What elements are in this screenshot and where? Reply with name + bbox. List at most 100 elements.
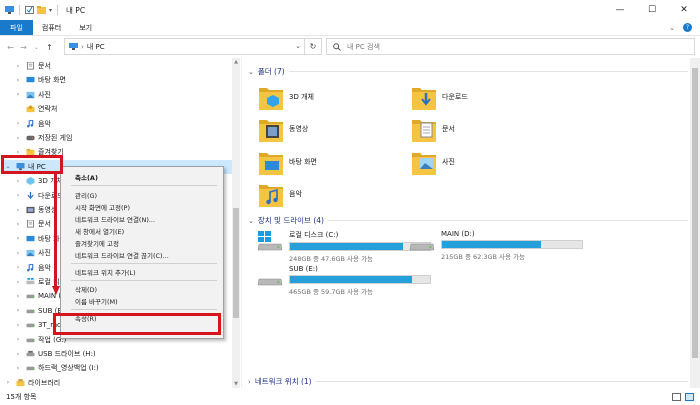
chevron-right-icon[interactable]: › [14,293,22,300]
context-menu-item[interactable]: 관리(G) [61,188,223,201]
tree-item-label: 연락처 [38,105,58,114]
context-menu-item[interactable]: 새 창에서 열기(E) [61,224,223,237]
tree-item[interactable]: › 저장된 게임 [14,131,73,145]
minimize-button[interactable]: — [604,0,636,20]
chevron-down-icon[interactable]: ⌄ [248,68,254,76]
chevron-right-icon[interactable]: › [14,365,22,372]
context-menu-item[interactable]: 축소(A) [61,170,223,183]
tab-file[interactable]: 파일 [0,20,33,35]
chevron-right-icon[interactable]: › [14,207,22,214]
annotation-arrow-line [54,174,57,286]
chevron-right-icon[interactable]: › [14,221,22,228]
chevron-right-icon[interactable]: › [14,351,22,358]
drive-item[interactable]: SUB (E:) 465GB 중 59.7GB 사용 가능 [257,265,431,296]
folder-item[interactable]: 3D 개체 [259,82,314,112]
drive-name: SUB (E:) [289,265,318,273]
chevron-right-icon[interactable]: › [14,91,22,98]
chevron-right-icon[interactable]: › [14,120,22,127]
refresh-button[interactable]: ↻ [305,38,322,55]
context-menu-item[interactable]: 네트워크 드라이브 연결 끊기(C)... [61,249,223,262]
search-box[interactable]: 내 PC 검색 [326,38,695,55]
context-menu-item[interactable]: 시작 화면에 고정(P) [61,200,223,213]
tab-computer[interactable]: 컴퓨터 [33,20,70,35]
3d-objects-folder-icon [259,88,283,110]
folder-item[interactable]: 바탕 화면 [259,147,317,177]
chevron-right-icon[interactable]: › [14,77,22,84]
chevron-right-icon[interactable]: › [14,192,22,199]
library-icon [16,378,25,386]
tree-item[interactable]: › 바탕 화면 [14,73,66,87]
folders-section-header[interactable]: ⌄ 폴더 (7) [248,66,688,77]
chevron-right-icon[interactable]: › [14,235,22,242]
tree-item[interactable]: › 라이브러리 [4,376,60,388]
videos-folder-icon [259,120,283,142]
chevron-right-icon[interactable]: › [248,378,251,386]
tree-item[interactable]: › 하드랙_영상백업 (I:) [14,361,99,375]
scroll-down-icon[interactable]: ▼ [232,381,240,387]
close-button[interactable]: ✕ [668,0,700,20]
new-folder-icon[interactable] [37,6,46,14]
pc-icon [5,6,14,14]
chevron-right-icon[interactable]: › [14,336,22,343]
back-arrow-icon[interactable]: ← [4,43,17,52]
tree-item[interactable]: › 사진 [14,246,51,260]
context-menu-item[interactable]: 즐겨찾기에 고정 [61,236,223,249]
chevron-right-icon[interactable]: › [14,135,22,142]
details-view-icon[interactable] [672,392,681,401]
contacts-icon [26,105,35,113]
tree-item[interactable]: › USB 드라이브 (H:) [14,347,96,361]
tree-item[interactable]: › 문서 [14,217,51,231]
tree-item[interactable]: › 사진 [14,88,51,102]
chevron-down-icon[interactable]: ⌄ [248,217,254,225]
context-menu-item[interactable]: 이름 바꾸기(M) [61,295,223,308]
chevron-down-icon[interactable]: ⌄ [295,42,301,50]
expand-ribbon-icon[interactable]: ⌄ [669,24,675,32]
scroll-up-icon[interactable]: ▲ [232,59,240,65]
folder-item[interactable]: 동영상 [259,114,308,144]
large-icons-view-icon[interactable] [685,392,694,401]
navigation-scrollbar[interactable]: ▲ ▼ [232,58,240,388]
chevron-right-icon[interactable]: › [14,250,22,257]
drive-item[interactable]: 로컬 디스크 (C:) 248GB 중 47.6GB 사용 가능 [257,230,431,263]
tree-item-label: USB 드라이브 (H:) [38,350,96,358]
chevron-right-icon[interactable]: › [14,264,22,271]
chevron-right-icon[interactable]: › [14,322,22,329]
address-bar[interactable]: › 내 PC ⌄ [64,38,305,55]
chevron-right-icon[interactable]: › [14,307,22,314]
chevron-right-icon[interactable]: › [4,379,12,386]
context-menu-item[interactable]: 네트워크 드라이브 연결(N)... [61,212,223,225]
folder-label: 사진 [442,158,455,166]
tree-item[interactable]: › 바탕 화면 [14,232,66,246]
tab-view[interactable]: 보기 [70,20,101,35]
up-arrow-icon[interactable]: ↑ [43,43,56,52]
help-icon[interactable]: ? [683,23,692,32]
tree-item[interactable]: 연락처 [14,102,57,116]
tree-item[interactable]: › 문서 [14,59,51,73]
recent-locations-icon[interactable]: ⌄ [30,44,43,51]
chevron-right-icon[interactable]: › [14,178,22,185]
folder-item[interactable]: 다운로드 [412,82,468,112]
forward-arrow-icon[interactable]: → [17,43,30,52]
properties-icon[interactable] [25,6,34,14]
chevron-right-icon[interactable]: › [14,63,22,70]
chevron-right-icon[interactable]: › [14,279,22,286]
search-input[interactable]: 내 PC 검색 [347,42,380,52]
maximize-button[interactable]: ☐ [636,0,668,20]
folder-item[interactable]: 문서 [412,114,455,144]
network-section-header[interactable]: › 네트워크 위치 (1) [248,376,688,387]
tree-item[interactable]: › 음악 [14,117,51,131]
folder-item[interactable]: 음악 [259,179,302,209]
pane-divider[interactable] [241,58,242,388]
drives-section-header[interactable]: ⌄ 장치 및 드라이브 (4) [248,215,688,226]
context-menu-item[interactable]: 삭제(D) [61,283,223,296]
drive-item[interactable]: MAIN (D:) 215GB 중 62.3GB 사용 가능 [409,230,583,261]
tree-item[interactable]: › 음악 [14,261,51,275]
content-scrollbar[interactable] [690,58,700,388]
scrollbar-thumb[interactable] [692,68,698,358]
folder-item[interactable]: 사진 [412,147,455,177]
chevron-down-icon[interactable]: ▾ [49,7,52,14]
context-menu-item[interactable]: 네트워크 위치 추가(L) [61,266,223,279]
scrollbar-thumb[interactable] [233,208,239,318]
tree-item[interactable]: › 동영상 [14,203,58,217]
drive-name: MAIN (D:) [441,230,475,238]
